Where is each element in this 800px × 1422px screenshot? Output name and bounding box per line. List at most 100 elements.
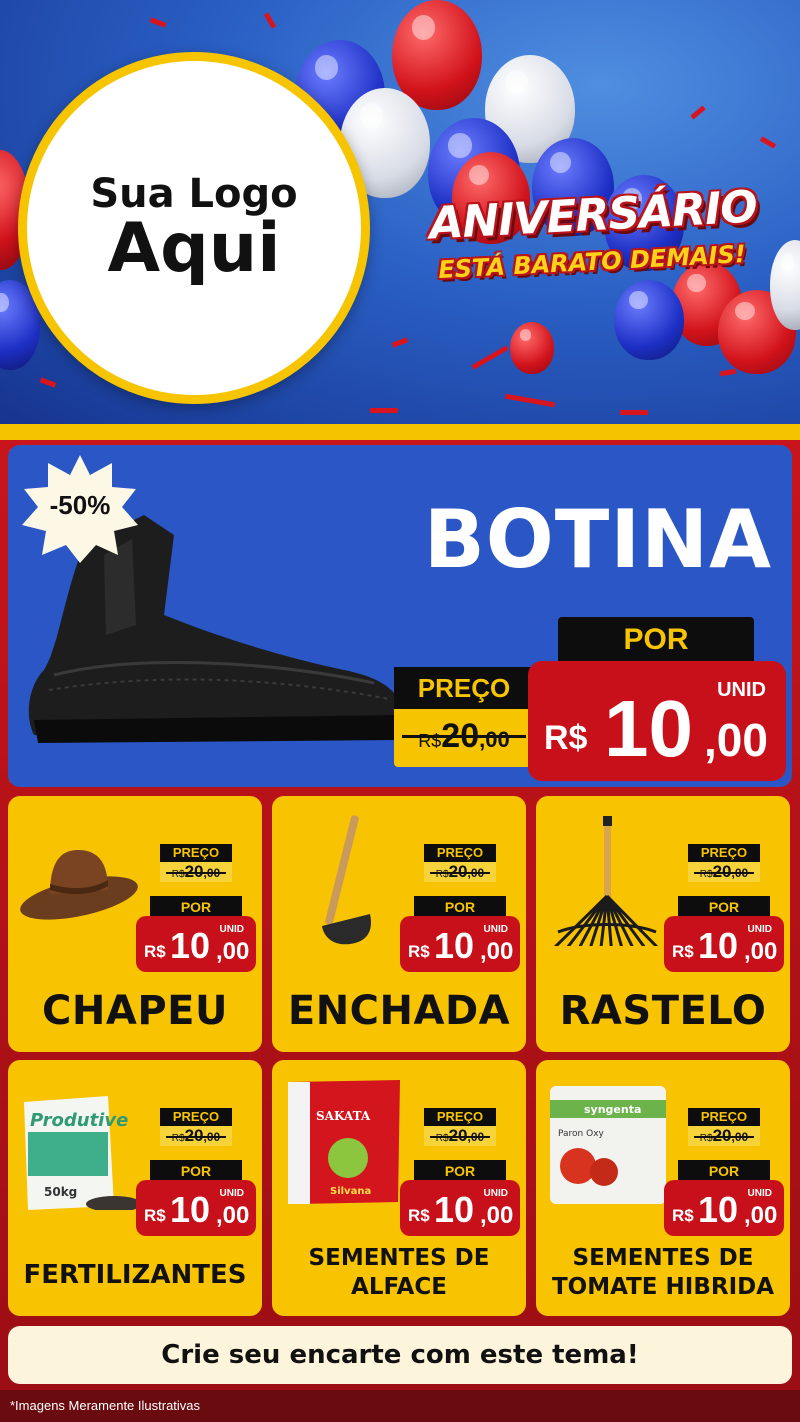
- old-price-label: PREÇO: [160, 844, 232, 862]
- price-currency: R$: [408, 1206, 430, 1225]
- confetti-icon: [370, 408, 398, 413]
- price-currency: R$: [544, 719, 588, 757]
- tomato-seed-pack-image: syngenta Paron Oxy: [550, 1086, 666, 1204]
- product-name-line1: SEMENTES DE: [572, 1245, 754, 1271]
- old-price-box: PREÇO R$20,00: [688, 1108, 760, 1146]
- confetti-icon: [620, 410, 648, 415]
- discount-badge: -50%: [49, 490, 111, 520]
- svg-text:Produtive: Produtive: [30, 1110, 128, 1131]
- new-price-tag: UNID R$ 10 ,00: [664, 916, 784, 972]
- price-integer: 10: [170, 925, 211, 966]
- old-price-label: PREÇO: [424, 1108, 496, 1126]
- old-price-box: PREÇO R$20,00: [394, 667, 534, 767]
- featured-offer[interactable]: -50% BOTINA POR PREÇO R$20,00 UNID R$ 10…: [8, 445, 792, 787]
- product-name: FERTILIZANTES: [23, 1260, 247, 1290]
- svg-text:Silvana: Silvana: [330, 1186, 371, 1197]
- logo-placeholder: Sua Logo Aqui: [18, 52, 370, 404]
- product-card-sementes-tomate[interactable]: syngenta Paron Oxy PREÇO R$20,00 POR UNI…: [536, 1060, 790, 1316]
- price-cents: ,00: [480, 1202, 514, 1229]
- product-card-sementes-alface[interactable]: SAKATA Silvana PREÇO R$20,00 POR UNID R$…: [272, 1060, 526, 1316]
- price-cents: ,00: [744, 938, 778, 965]
- featured-product-name: BOTINA: [423, 493, 772, 586]
- footer-bar: *Imagens Meramente Ilustrativas: [0, 1390, 800, 1422]
- old-price-value: R$20,00: [688, 1126, 760, 1149]
- new-price-label: POR: [414, 896, 506, 918]
- new-price-tag: UNID R$ 10 ,00: [528, 661, 786, 781]
- product-name: RASTELO: [559, 988, 767, 1034]
- product-card-enchada[interactable]: PREÇO R$20,00 POR UNID R$ 10 ,00 ENCHADA: [272, 796, 526, 1052]
- old-price-value: R$20,00: [688, 862, 760, 885]
- old-price-box: PREÇO R$20,00: [424, 1108, 496, 1146]
- new-price-label: POR: [678, 896, 770, 918]
- old-price-label: PREÇO: [424, 844, 496, 862]
- price-integer: 10: [170, 1189, 211, 1230]
- price-cents: ,00: [744, 1202, 778, 1229]
- product-name-line2: ALFACE: [351, 1274, 447, 1300]
- hoe-image: [322, 815, 372, 945]
- confetti-icon: [263, 12, 277, 29]
- price-currency: R$: [408, 942, 430, 961]
- price-integer: 10: [698, 1189, 739, 1230]
- hat-image: [20, 850, 138, 920]
- old-price-box: PREÇO R$20,00: [424, 844, 496, 882]
- unit-label: UNID: [747, 924, 772, 935]
- new-price-tag: UNID R$ 10 ,00: [400, 1180, 520, 1236]
- unit-label: UNID: [483, 924, 508, 935]
- disclaimer-text: *Imagens Meramente Ilustrativas: [10, 1398, 201, 1413]
- unit-label: UNID: [219, 924, 244, 935]
- unit-label: UNID: [219, 1188, 244, 1199]
- old-price-value: R$20,00: [160, 1126, 232, 1149]
- old-price-label: PREÇO: [160, 1108, 232, 1126]
- cta-banner[interactable]: Crie seu encarte com este tema!: [8, 1326, 792, 1384]
- new-price-label: POR: [414, 1160, 506, 1182]
- price-cents: ,00: [216, 938, 250, 965]
- product-name-line2: TOMATE HIBRIDA: [551, 1274, 775, 1300]
- new-price-tag: UNID R$ 10 ,00: [400, 916, 520, 972]
- header-divider: [0, 424, 800, 440]
- new-price-tag: UNID R$ 10 ,00: [664, 1180, 784, 1236]
- balloon-red-icon: [510, 322, 554, 374]
- product-card-chapeu[interactable]: PREÇO R$20,00 POR UNID R$ 10 ,00 CHAPEU: [8, 796, 262, 1052]
- rake-image: [553, 816, 659, 946]
- new-price-label: POR: [150, 896, 242, 918]
- logo-text-line2: Aqui: [107, 209, 281, 288]
- lettuce-seed-pack-image: SAKATA Silvana: [288, 1080, 400, 1204]
- unit-label: UNID: [747, 1188, 772, 1199]
- confetti-icon: [504, 393, 556, 408]
- price-currency: R$: [144, 1206, 166, 1225]
- price-cents: ,00: [480, 938, 514, 965]
- product-name: ENCHADA: [287, 988, 511, 1034]
- svg-text:syngenta: syngenta: [584, 1103, 641, 1116]
- old-price-label: PREÇO: [688, 844, 760, 862]
- product-name: CHAPEU: [42, 988, 228, 1034]
- new-price-tag: UNID R$ 10 ,00: [136, 916, 256, 972]
- old-price-value: R$20,00: [424, 1126, 496, 1149]
- old-price-label: PREÇO: [394, 667, 534, 709]
- price-integer: 10: [604, 684, 693, 773]
- new-price-tag: UNID R$ 10 ,00: [136, 1180, 256, 1236]
- product-card-fertilizantes[interactable]: Produtive 50kg PREÇO R$20,00 POR UNID R$…: [8, 1060, 262, 1316]
- old-price-box: PREÇO R$20,00: [160, 844, 232, 882]
- confetti-icon: [39, 377, 57, 388]
- new-price-label: POR: [150, 1160, 242, 1182]
- svg-text:SAKATA: SAKATA: [316, 1109, 371, 1123]
- confetti-icon: [471, 345, 509, 370]
- product-card-rastelo[interactable]: PREÇO R$20,00 POR UNID R$ 10 ,00 RASTELO: [536, 796, 790, 1052]
- price-currency: R$: [672, 942, 694, 961]
- svg-text:50kg: 50kg: [44, 1185, 77, 1199]
- header-banner: Sua Logo Aqui ANIVERSÁRIO ESTÁ BARATO DE…: [0, 0, 800, 428]
- svg-text:Paron Oxy: Paron Oxy: [558, 1129, 605, 1139]
- old-price-box: PREÇO R$20,00: [160, 1108, 232, 1146]
- confetti-icon: [759, 136, 777, 149]
- old-price-value: R$20,00: [424, 862, 496, 885]
- confetti-icon: [149, 17, 167, 28]
- price-integer: 10: [698, 925, 739, 966]
- price-cents: ,00: [216, 1202, 250, 1229]
- unit-label: UNID: [717, 679, 766, 701]
- confetti-icon: [719, 368, 737, 377]
- price-currency: R$: [144, 942, 166, 961]
- product-name: SEMENTES DE ALFACE: [276, 1244, 522, 1302]
- old-price-label: PREÇO: [688, 1108, 760, 1126]
- unit-label: UNID: [483, 1188, 508, 1199]
- price-integer: 10: [434, 1189, 475, 1230]
